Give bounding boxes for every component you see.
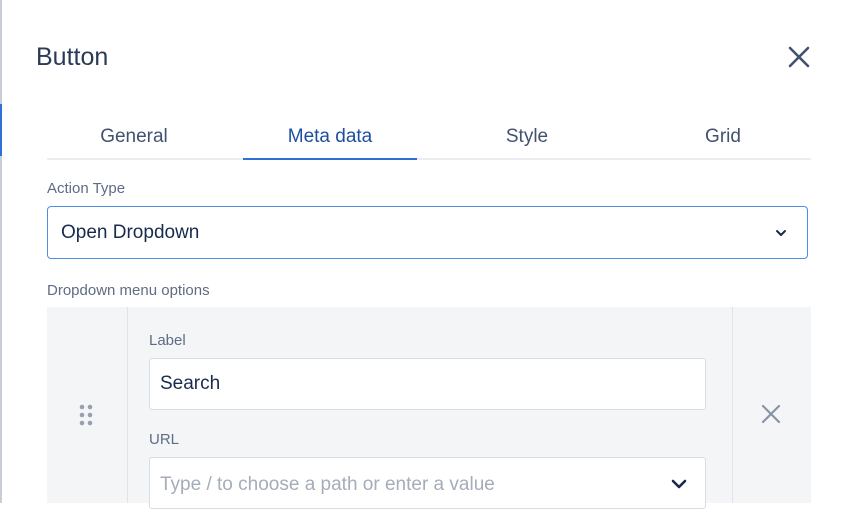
tab-style[interactable]: Style xyxy=(440,118,614,160)
option-label-field-label: Label xyxy=(149,332,186,349)
dialog-title: Button xyxy=(36,43,109,71)
option-label-input-value: Search xyxy=(160,373,221,394)
option-url-field-label: URL xyxy=(149,431,180,448)
tab-bar: General Meta data Style Grid xyxy=(47,118,811,160)
option-url-select[interactable]: Type / to choose a path or enter a value xyxy=(149,457,706,509)
action-type-select[interactable]: Open Dropdown xyxy=(47,206,808,259)
close-icon xyxy=(788,46,810,68)
option-label-input[interactable]: Search xyxy=(149,358,706,410)
close-button[interactable] xyxy=(786,44,812,70)
remove-option-button[interactable] xyxy=(761,404,781,424)
chevron-down-icon xyxy=(671,479,687,489)
action-type-label: Action Type xyxy=(47,180,126,197)
option-url-placeholder: Type / to choose a path or enter a value xyxy=(160,474,495,495)
chevron-down-icon xyxy=(776,230,786,236)
dropdown-options-label: Dropdown menu options xyxy=(47,282,210,299)
dropdown-options-panel: Label Search URL Type / to choose a path… xyxy=(47,307,811,509)
action-type-value: Open Dropdown xyxy=(61,222,200,243)
tab-general[interactable]: General xyxy=(47,118,221,160)
drag-handle[interactable] xyxy=(79,404,93,426)
window-left-edge xyxy=(0,0,2,503)
remove-icon xyxy=(761,404,781,424)
drag-handle-icon xyxy=(79,404,93,426)
tab-grid[interactable]: Grid xyxy=(636,118,810,160)
window-left-edge-accent xyxy=(0,104,2,156)
tab-meta-data[interactable]: Meta data xyxy=(243,118,417,160)
